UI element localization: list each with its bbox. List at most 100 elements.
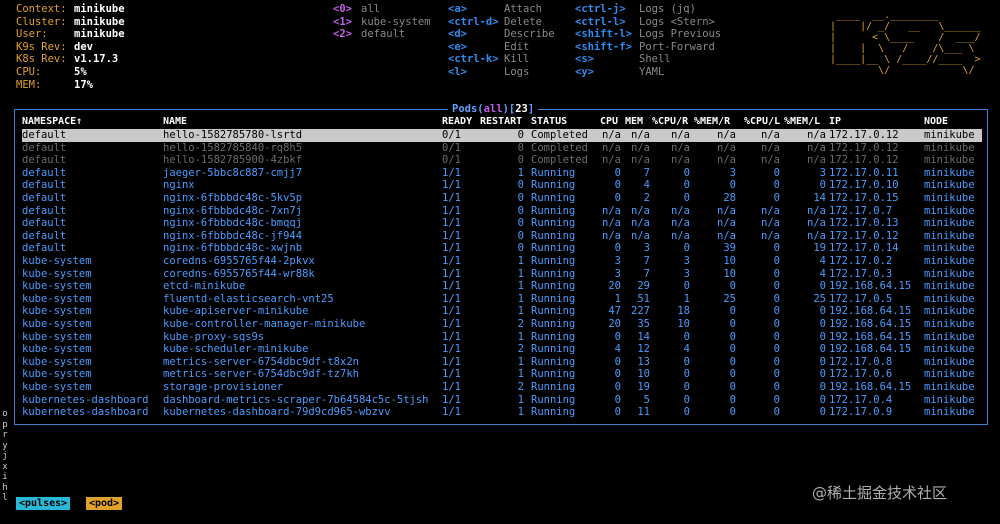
info-value: dev (74, 40, 93, 53)
table-cell: 0 (729, 343, 736, 356)
table-row[interactable]: default jaeger-5bbc8c887-cmjj7 1/1 1 Running… (22, 167, 982, 180)
table-cell: n/a (717, 217, 736, 230)
hotkey-item[interactable]: <a> Attach (448, 3, 542, 16)
table-row[interactable]: kube-system fluentd-elasticsearch-vnt25 1/… (22, 293, 982, 306)
table-cell: n/a (717, 129, 736, 141)
table-cell: Running (531, 204, 576, 217)
breadcrumb-pulses[interactable]: <pulses> (16, 497, 71, 510)
table-row[interactable]: kube-system metrics-server-6754dbc9df-tz7… (22, 368, 982, 381)
table-cell: 0 (517, 204, 524, 217)
table-cell: 1/1 (442, 267, 461, 280)
table-cell: n/a (807, 154, 826, 167)
hotkey-item[interactable]: <0> all (333, 3, 380, 16)
table-row-selected[interactable]: default hello-1582785780-lsrtd 0/1 0 Complet… (22, 129, 982, 142)
hotkey-label: Describe (504, 28, 555, 41)
column-header[interactable]: CPU (600, 116, 618, 129)
table-row[interactable]: kubernetes-dashboard kubernetes-dashboard… (22, 406, 982, 419)
hotkey-item[interactable]: <ctrl-l> Logs <Stern> (575, 16, 715, 29)
column-header[interactable]: %CPU/L (744, 116, 780, 129)
table-cell: kube-system (22, 318, 92, 330)
table-row[interactable]: default nginx-6fbbbdc48c-bmqqj 1/1 0 Running… (22, 217, 982, 230)
table-cell: 0 (819, 381, 826, 393)
info-value: minikube (74, 28, 125, 41)
table-row[interactable]: default nginx 1/1 0 Running 0 4 0 0 0 0 172.17.0.10… (22, 179, 982, 192)
table-cell: n/a (671, 217, 690, 230)
table-row[interactable]: default hello-1582785840-rq8h5 0/1 0 Complet… (22, 142, 982, 155)
table-row[interactable]: kube-system kube-scheduler-minikube 1/1 2 Ru… (22, 343, 982, 356)
table-cell: 1/1 (442, 242, 461, 255)
column-header[interactable]: NAMESPACE↑ (22, 116, 82, 129)
column-header[interactable]: MEM (625, 116, 643, 129)
table-row[interactable]: kube-system kube-apiserver-minikube 1/1 1 Ru… (22, 305, 982, 318)
table-cell: 0 (729, 305, 736, 318)
table-cell: n/a (761, 204, 780, 217)
table-cell: hello-1582785780-lsrtd (163, 129, 303, 141)
column-header[interactable]: RESTART (480, 116, 522, 129)
table-row[interactable]: default nginx-6fbbbdc48c-7xn7j 1/1 0 Running… (22, 205, 982, 218)
column-header[interactable]: IP (829, 116, 841, 129)
hotkey-item[interactable]: <s> Shell (575, 53, 671, 66)
table-cell: dashboard-metrics-scraper-7b64584c5c-5tj… (163, 393, 429, 406)
table-row[interactable]: kubernetes-dashboard dashboard-metrics-sc… (22, 394, 982, 407)
table-row[interactable]: kube-system etcd-minikube 1/1 1 Running 20 29 0… (22, 280, 982, 293)
hotkey-item[interactable]: <ctrl-k> Kill (448, 53, 529, 66)
hotkey-item[interactable]: <e> Edit (448, 41, 529, 54)
hotkey-item[interactable]: <2> default (333, 28, 405, 41)
hotkey-label: Edit (504, 40, 530, 53)
hotkey-item[interactable]: <ctrl-j> Logs (jq) (575, 3, 696, 16)
table-cell: 1 (517, 166, 524, 179)
column-header[interactable]: STATUS (531, 116, 567, 129)
table-cell: 0 (517, 217, 524, 230)
table-cell: n/a (717, 154, 736, 167)
hotkey-key: <0> (333, 3, 352, 15)
table-cell: 7 (643, 255, 650, 267)
column-header[interactable]: READY (442, 116, 472, 129)
column-header[interactable]: %MEM/L (784, 116, 820, 129)
hotkey-label: Logs (504, 66, 530, 78)
hotkey-item[interactable]: <l> Logs (448, 66, 529, 79)
table-cell: 192.168.64.15 (829, 330, 912, 343)
table-row[interactable]: default hello-1582785900-4zbkf 0/1 0 Complet… (22, 154, 982, 167)
hotkey-item[interactable]: <d> Describe (448, 28, 555, 41)
hotkey-item[interactable]: <1> kube-system (333, 16, 431, 29)
table-row[interactable]: default nginx-6fbbbdc48c-xwjnb 1/1 0 Running… (22, 242, 982, 255)
hotkey-item[interactable]: <ctrl-d> Delete (448, 16, 542, 29)
table-cell: n/a (631, 217, 650, 230)
table-cell: 0 (773, 166, 780, 179)
column-header[interactable]: %CPU/R (652, 116, 688, 129)
table-row[interactable]: kube-system storage-provisioner 1/1 2 Runnin… (22, 381, 982, 394)
hotkey-item[interactable]: <shift-l> Logs Previous (575, 28, 721, 41)
table-cell: kube-system (22, 280, 92, 293)
table-row[interactable]: kube-system kube-proxy-sqs9s 1/1 1 Running 0 1… (22, 331, 982, 344)
column-header[interactable]: %MEM/R (694, 116, 730, 129)
hotkey-item[interactable]: <shift-f> Port-Forward (575, 41, 715, 54)
table-cell: 3 (729, 166, 736, 179)
table-row[interactable]: kube-system coredns-6955765f44-2pkvx 1/1 1 R… (22, 255, 982, 268)
table-cell: n/a (671, 141, 690, 154)
table-cell: 0 (773, 393, 780, 406)
table-cell: n/a (761, 229, 780, 242)
column-header[interactable]: NODE (924, 116, 948, 129)
table-cell: default (22, 217, 67, 230)
hotkey-key: <a> (448, 3, 467, 15)
table-row[interactable]: kube-system kube-controller-manager-minik… (22, 318, 982, 331)
table-cell: 0 (683, 406, 690, 419)
table-row[interactable]: default nginx-6fbbbdc48c-jf944 1/1 0 Running… (22, 230, 982, 243)
table-cell: 0 (773, 355, 780, 368)
watermark: @稀土掘金技术社区 (812, 484, 948, 502)
table-row[interactable]: kube-system coredns-6955765f44-wr88k 1/1 1 R… (22, 268, 982, 281)
table-cell: 14 (813, 192, 826, 204)
table-cell: 4 (819, 255, 826, 267)
table-cell: minikube (924, 242, 975, 255)
column-header[interactable]: NAME (163, 116, 187, 129)
table-cell: 47 (608, 305, 621, 318)
table-row[interactable]: default nginx-6fbbbdc48c-5kv5p 1/1 0 Running… (22, 192, 982, 205)
table-cell: 0 (614, 166, 621, 179)
hotkey-item[interactable]: <y> YAML (575, 66, 664, 79)
table-cell: kube-system (22, 381, 92, 393)
table-cell: 1/1 (442, 255, 461, 267)
table-cell: n/a (807, 141, 826, 154)
breadcrumb-pod[interactable]: <pod> (86, 497, 123, 510)
table-row[interactable]: kube-system metrics-server-6754dbc9df-t8x… (22, 356, 982, 369)
table-cell: kube-apiserver-minikube (163, 305, 309, 318)
